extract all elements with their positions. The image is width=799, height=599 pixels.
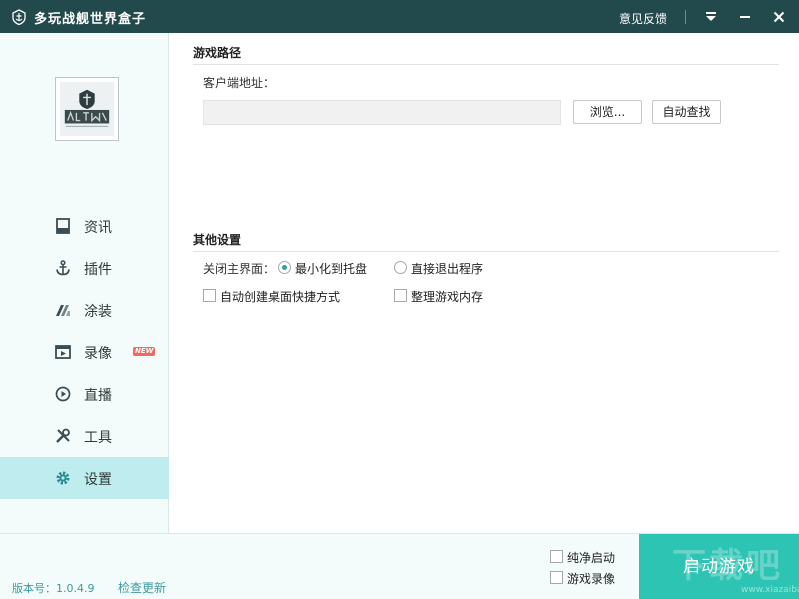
sidebar-item-label: 资讯 — [84, 220, 112, 236]
app-logo-icon — [12, 9, 26, 25]
title-bar: 多玩战舰世界盒子 意见反馈 — [0, 0, 799, 33]
sidebar-item-settings[interactable]: 设置 — [0, 457, 169, 499]
sidebar-item-label: 直播 — [84, 388, 112, 404]
check-update-link[interactable]: 检查更新 — [118, 579, 166, 596]
section-divider — [193, 251, 779, 252]
section-divider — [193, 64, 779, 65]
sidebar-item-label: 录像 — [84, 346, 112, 362]
sidebar-item-label: 工具 — [84, 430, 112, 446]
news-icon — [56, 218, 70, 234]
gear-icon — [56, 471, 70, 485]
menu-dropdown-icon — [706, 12, 716, 21]
game-record-label: 游戏录像 — [567, 572, 616, 586]
tools-icon — [56, 428, 70, 443]
game-logo-image — [60, 82, 114, 136]
client-path-input[interactable] — [203, 100, 561, 125]
client-path-label: 客户端地址： — [203, 76, 276, 90]
paint-icon — [56, 305, 70, 316]
pure-launch-label: 纯净启动 — [567, 551, 616, 565]
auto-find-button[interactable]: 自动查找 — [652, 100, 721, 124]
minimize-to-tray-label: 最小化到托盘 — [295, 262, 368, 276]
menu-dropdown-button[interactable] — [702, 8, 720, 26]
anchor-icon — [56, 260, 70, 276]
sidebar-item-skins[interactable]: 涂装 — [0, 289, 169, 331]
sidebar-item-label: 设置 — [84, 472, 112, 488]
feedback-link[interactable]: 意见反馈 — [619, 10, 667, 27]
checkbox-unchecked[interactable] — [394, 289, 407, 302]
sidebar: 资讯 插件 涂装 录像 NEW 直播 工具 设置 — [0, 33, 169, 533]
minimize-button[interactable] — [736, 8, 754, 26]
sidebar-item-news[interactable]: 资讯 — [0, 205, 169, 247]
game-record-checkbox[interactable]: 游戏录像 — [550, 570, 630, 586]
clean-memory-label: 整理游戏内存 — [411, 290, 484, 304]
clean-memory-checkbox[interactable]: 整理游戏内存 — [394, 288, 494, 304]
launch-game-button[interactable]: 启动游戏 — [639, 534, 799, 599]
sidebar-nav: 资讯 插件 涂装 录像 NEW 直播 工具 设置 — [0, 205, 169, 499]
close-button[interactable] — [770, 8, 788, 26]
minimize-to-tray-radio[interactable]: 最小化到托盘 — [278, 260, 378, 276]
checkbox-unchecked[interactable] — [203, 289, 216, 302]
app-title: 多玩战舰世界盒子 — [34, 12, 147, 27]
minimize-icon — [740, 16, 750, 18]
titlebar-divider — [685, 10, 686, 24]
sidebar-item-live[interactable]: 直播 — [0, 373, 169, 415]
browse-button[interactable]: 浏览... — [573, 100, 642, 124]
radio-checked[interactable] — [278, 261, 291, 274]
sidebar-item-plugins[interactable]: 插件 — [0, 247, 169, 289]
sidebar-item-label: 涂装 — [84, 304, 112, 320]
new-badge: NEW — [133, 347, 156, 356]
game-avatar[interactable] — [55, 77, 119, 141]
desktop-shortcut-label: 自动创建桌面快捷方式 — [220, 290, 341, 304]
video-icon — [55, 345, 71, 359]
close-behavior-label: 关闭主界面： — [203, 262, 276, 276]
checkbox-unchecked[interactable] — [550, 571, 563, 584]
desktop-shortcut-checkbox[interactable]: 自动创建桌面快捷方式 — [203, 288, 353, 304]
close-icon — [773, 11, 785, 23]
version-label: 版本号：1.0.4.9 — [12, 582, 95, 595]
sidebar-item-tools[interactable]: 工具 — [0, 415, 169, 457]
checkbox-unchecked[interactable] — [550, 550, 563, 563]
exit-program-label: 直接退出程序 — [411, 262, 484, 276]
other-settings-title: 其他设置 — [193, 233, 242, 247]
pure-launch-checkbox[interactable]: 纯净启动 — [550, 549, 630, 565]
game-path-title: 游戏路径 — [193, 46, 242, 60]
launch-game-label: 启动游戏 — [683, 557, 755, 577]
sidebar-item-label: 插件 — [84, 262, 112, 278]
play-icon — [55, 386, 71, 402]
sidebar-item-replays[interactable]: 录像 NEW — [0, 331, 169, 373]
radio-unchecked[interactable] — [394, 261, 407, 274]
exit-program-radio[interactable]: 直接退出程序 — [394, 260, 494, 276]
bottom-bar: 版本号：1.0.4.9 检查更新 纯净启动 游戏录像 启动游戏 下载吧 www.… — [0, 533, 799, 599]
